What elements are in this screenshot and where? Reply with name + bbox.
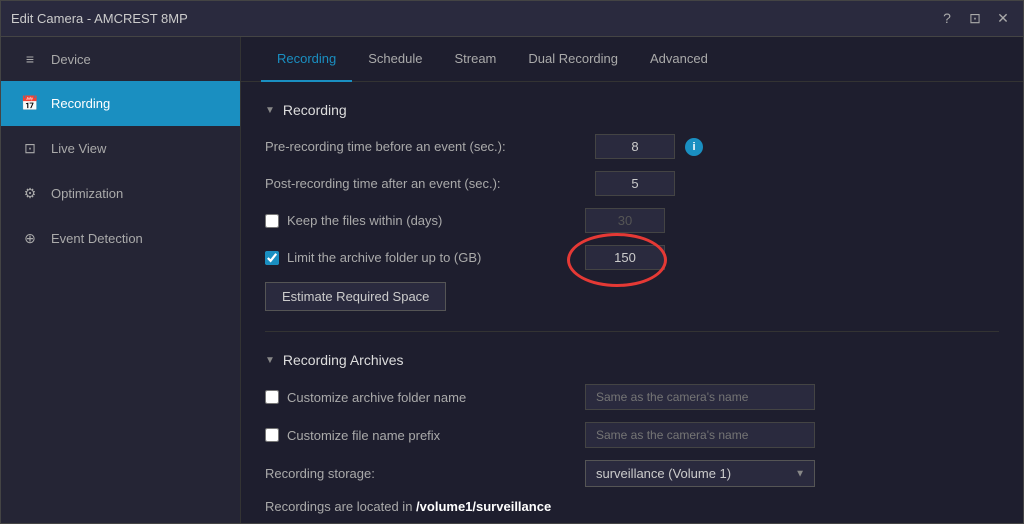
sidebar-item-liveview[interactable]: ⊡ Live View [1, 126, 240, 171]
customize-prefix-checkbox[interactable] [265, 428, 279, 442]
keep-files-row: Keep the files within (days) [265, 208, 999, 233]
keep-files-input[interactable] [585, 208, 665, 233]
post-recording-row: Post-recording time after an event (sec.… [265, 171, 999, 196]
path-value: /volume1/surveillance [416, 499, 551, 514]
storage-row: Recording storage: surveillance (Volume … [265, 460, 999, 487]
titlebar: Edit Camera - AMCREST 8MP ? ⊡ ✕ [1, 1, 1023, 37]
maximize-button[interactable]: ⊡ [965, 10, 985, 27]
sidebar: ≡ Device 📅 Recording ⊡ Live View ⚙ Optim… [1, 37, 241, 523]
tab-advanced[interactable]: Advanced [634, 37, 724, 82]
limit-archive-checkbox[interactable] [265, 251, 279, 265]
limit-archive-row: Limit the archive folder up to (GB) [265, 245, 999, 270]
keep-files-text: Keep the files within (days) [287, 213, 442, 228]
chevron-down-icon: ▼ [265, 105, 275, 116]
estimate-row: Estimate Required Space [265, 282, 999, 311]
storage-label: Recording storage: [265, 466, 575, 481]
help-button[interactable]: ? [937, 10, 957, 27]
recordings-path-row: Recordings are located in /volume1/surve… [265, 499, 999, 514]
customize-folder-input[interactable] [585, 384, 815, 410]
pre-recording-label: Pre-recording time before an event (sec.… [265, 139, 585, 154]
content-area: Recording Schedule Stream Dual Recording… [241, 37, 1023, 523]
customize-folder-checkbox[interactable] [265, 390, 279, 404]
sidebar-item-event-detection-label: Event Detection [51, 231, 143, 246]
main-window: Edit Camera - AMCREST 8MP ? ⊡ ✕ ≡ Device… [0, 0, 1024, 524]
sidebar-item-event-detection[interactable]: ⊕ Event Detection [1, 216, 240, 261]
sidebar-item-device-label: Device [51, 52, 91, 67]
close-button[interactable]: ✕ [993, 10, 1013, 27]
sidebar-item-liveview-label: Live View [51, 141, 106, 156]
list-icon: ≡ [21, 51, 39, 67]
archives-chevron-icon: ▼ [265, 355, 275, 366]
pre-recording-row: Pre-recording time before an event (sec.… [265, 134, 999, 159]
customize-prefix-text: Customize file name prefix [287, 428, 440, 443]
limit-archive-text: Limit the archive folder up to (GB) [287, 250, 481, 265]
monitor-icon: ⊡ [21, 140, 39, 157]
recording-section-header: ▼ Recording [265, 102, 999, 118]
customize-prefix-label[interactable]: Customize file name prefix [265, 428, 575, 443]
tab-schedule[interactable]: Schedule [352, 37, 438, 82]
sidebar-item-recording-label: Recording [51, 96, 110, 111]
window-title: Edit Camera - AMCREST 8MP [11, 11, 937, 26]
limit-archive-input[interactable] [585, 245, 665, 270]
recording-section-title: Recording [283, 102, 347, 118]
sidebar-item-optimization[interactable]: ⚙ Optimization [1, 171, 240, 216]
tab-dual-recording[interactable]: Dual Recording [512, 37, 634, 82]
keep-files-checkbox[interactable] [265, 214, 279, 228]
customize-folder-row: Customize archive folder name [265, 384, 999, 410]
post-recording-label: Post-recording time after an event (sec.… [265, 176, 585, 191]
storage-select-wrapper: surveillance (Volume 1) [585, 460, 815, 487]
pre-recording-input[interactable] [595, 134, 675, 159]
estimate-button[interactable]: Estimate Required Space [265, 282, 446, 311]
customize-prefix-input[interactable] [585, 422, 815, 448]
calendar-icon: 📅 [21, 95, 39, 112]
archives-section-header: ▼ Recording Archives [265, 352, 999, 368]
crosshair-icon: ⊕ [21, 230, 39, 247]
main-area: ≡ Device 📅 Recording ⊡ Live View ⚙ Optim… [1, 37, 1023, 523]
limit-archive-value-wrapper [585, 245, 665, 270]
limit-archive-label[interactable]: Limit the archive folder up to (GB) [265, 250, 575, 265]
gear-icon: ⚙ [21, 185, 39, 202]
storage-select[interactable]: surveillance (Volume 1) [585, 460, 815, 487]
sidebar-item-recording[interactable]: 📅 Recording [1, 81, 240, 126]
sidebar-item-device[interactable]: ≡ Device [1, 37, 240, 81]
post-recording-input[interactable] [595, 171, 675, 196]
pre-recording-info-icon[interactable]: i [685, 138, 703, 156]
customize-folder-text: Customize archive folder name [287, 390, 466, 405]
customize-prefix-row: Customize file name prefix [265, 422, 999, 448]
content-body: ▼ Recording Pre-recording time before an… [241, 82, 1023, 523]
tab-stream[interactable]: Stream [438, 37, 512, 82]
archives-section-title: Recording Archives [283, 352, 404, 368]
window-controls: ? ⊡ ✕ [937, 10, 1013, 27]
tab-recording[interactable]: Recording [261, 37, 352, 82]
path-label: Recordings are located in [265, 499, 412, 514]
tabs-bar: Recording Schedule Stream Dual Recording… [241, 37, 1023, 82]
section-divider [265, 331, 999, 332]
customize-folder-label[interactable]: Customize archive folder name [265, 390, 575, 405]
keep-files-label[interactable]: Keep the files within (days) [265, 213, 575, 228]
sidebar-item-optimization-label: Optimization [51, 186, 123, 201]
